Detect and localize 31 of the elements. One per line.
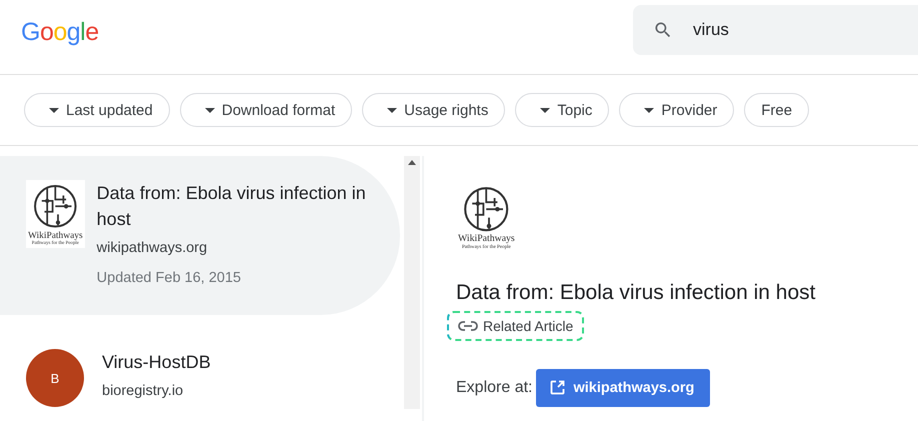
filter-chip[interactable]: Free	[744, 93, 810, 127]
caret-icon	[387, 108, 398, 112]
avatar: B	[26, 349, 84, 407]
caret-icon	[49, 108, 59, 112]
explore-button[interactable]: wikipathways.org	[536, 368, 710, 407]
result-title: Virus-HostDB	[102, 351, 212, 374]
result-source: wikipathways.org	[96, 240, 208, 256]
related-article-link[interactable]: Related Article	[447, 310, 584, 341]
logo-name: WikiPathways	[458, 234, 515, 244]
result-title: Data from: Ebola virus infection in host	[96, 182, 367, 231]
result-date: Updated Feb 16, 2015	[96, 270, 242, 286]
explore-label: Explore at:	[456, 378, 532, 397]
google-logo[interactable]: Google	[21, 18, 99, 47]
filter-chip[interactable]: Last updated	[24, 93, 170, 127]
result-item[interactable]: B Virus-HostDB bioregistry.io	[0, 315, 400, 415]
scrollbar[interactable]	[404, 156, 420, 409]
scroll-up-icon[interactable]	[408, 160, 416, 165]
search-field[interactable]: virus	[633, 5, 918, 55]
dataset-title: Data from: Ebola virus infection in host	[456, 280, 816, 305]
filter-chip[interactable]: Download format	[180, 93, 352, 127]
link-icon	[458, 320, 478, 331]
external-link-icon	[550, 380, 566, 396]
filter-chip[interactable]: Usage rights	[362, 93, 506, 127]
search-icon	[653, 20, 673, 40]
result-source: bioregistry.io	[102, 383, 184, 399]
caret-icon	[644, 108, 654, 112]
caret-icon	[204, 108, 215, 112]
logo-name: WikiPathways	[28, 230, 83, 241]
filter-chip[interactable]: Provider	[619, 93, 734, 127]
filter-chip[interactable]: Topic	[515, 93, 610, 127]
caret-icon	[540, 108, 550, 112]
